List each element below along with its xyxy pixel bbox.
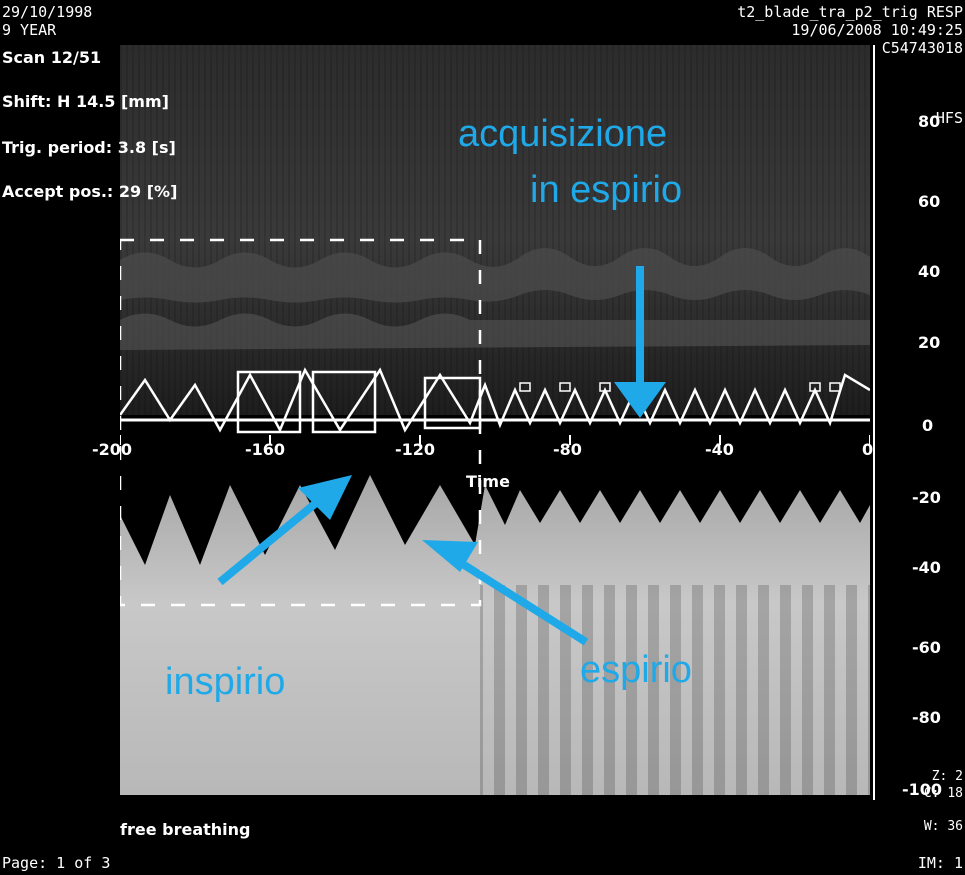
annotation-arrows bbox=[217, 266, 666, 646]
arrow-expiration-icon bbox=[447, 552, 589, 646]
arrow-inspiration-icon bbox=[217, 494, 325, 586]
arrow-down-head-icon bbox=[614, 382, 666, 418]
